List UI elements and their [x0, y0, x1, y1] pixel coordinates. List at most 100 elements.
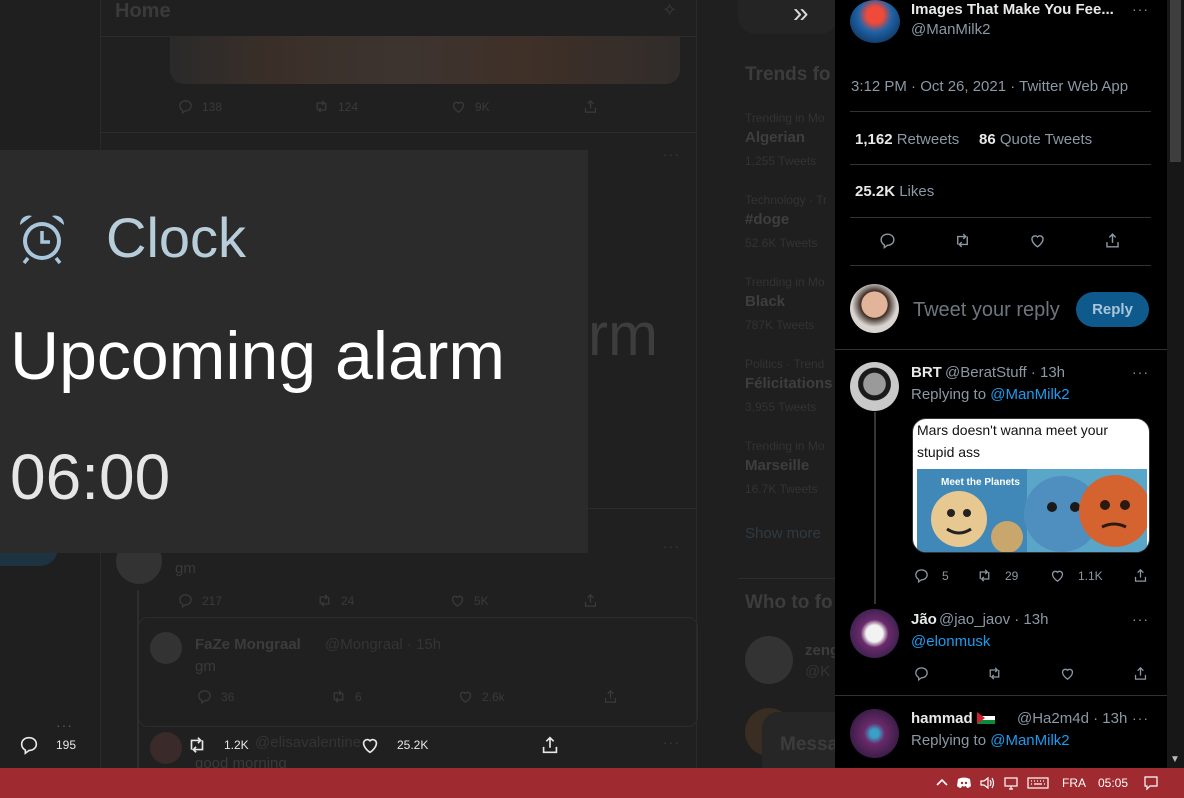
share-icon [542, 736, 558, 754]
reply-text[interactable]: @elonmusk [911, 633, 990, 650]
reply-author-name[interactable]: BRT [911, 364, 942, 381]
volume-icon[interactable] [979, 768, 995, 798]
reply-icon [880, 233, 895, 250]
notification-center-icon[interactable] [1143, 768, 1159, 798]
trend-name[interactable]: Marseille [745, 457, 809, 474]
reply-avatar[interactable] [850, 709, 899, 758]
keyboard-icon[interactable] [1027, 768, 1049, 798]
retweet-icon [319, 594, 330, 607]
tweet-like-button[interactable] [1028, 231, 1047, 250]
reply-submit-button[interactable]: Reply [1076, 292, 1149, 327]
trend-name[interactable]: Algerian [745, 129, 805, 146]
reply-author-handle[interactable]: @jao_jaov · 13h [939, 611, 1048, 628]
tweet-reply-button[interactable] [878, 231, 897, 250]
scrollbar-thumb[interactable] [1170, 0, 1181, 162]
author-handle[interactable]: @ManMilk2 [911, 21, 990, 38]
reply-like-action[interactable]: 1.1K [1049, 567, 1103, 584]
retweet-action[interactable]: 1.2K [186, 734, 249, 756]
reply-count: 5 [942, 568, 949, 583]
retweet-count: 29 [1005, 568, 1019, 583]
quoted-tweet[interactable] [138, 617, 698, 727]
reply-retweet-action[interactable] [986, 665, 1003, 682]
scroll-down-icon[interactable]: ▼ [1170, 754, 1180, 765]
background-reply-action[interactable]: 217 [177, 592, 222, 609]
reply-media[interactable]: Mars doesn't wanna meet your stupid ass … [912, 418, 1150, 553]
background-like-action[interactable]: 9K [450, 98, 490, 115]
discord-icon[interactable] [956, 768, 972, 798]
trend-name[interactable]: Félicitations [745, 375, 833, 392]
network-icon[interactable] [1003, 768, 1019, 798]
scrollbar[interactable]: ▼ [1167, 0, 1184, 768]
more-icon[interactable]: ··· [1132, 710, 1149, 726]
reply-avatar[interactable] [850, 362, 899, 411]
reply-author-handle[interactable]: @BeratStuff · 13h [945, 364, 1065, 381]
more-icon[interactable]: ··· [663, 146, 680, 162]
replying-to-link[interactable]: @ManMilk2 [990, 386, 1069, 403]
tweet-share-button[interactable] [1103, 231, 1122, 250]
show-more-link[interactable]: Show more [745, 525, 821, 542]
more-icon[interactable]: ··· [663, 538, 680, 554]
background-like-action[interactable]: 2.6k [457, 688, 505, 705]
divider [850, 217, 1151, 218]
tweet-detail-panel: Images That Make You Fee... @ManMilk2 ··… [835, 0, 1167, 768]
quote-tweets-stat[interactable]: 86 Quote Tweets [979, 131, 1092, 148]
background-retweet-action[interactable]: 6 [330, 688, 362, 705]
reply-share-action[interactable] [1132, 665, 1149, 682]
more-icon[interactable]: ··· [56, 717, 73, 733]
search-bar[interactable] [738, 0, 838, 34]
trend-name[interactable]: #doge [745, 211, 789, 228]
author-avatar[interactable] [850, 0, 900, 43]
background-share-action[interactable] [602, 688, 619, 705]
reply-author-name[interactable]: hammad [911, 710, 995, 727]
reply-reply-action[interactable] [913, 665, 930, 682]
input-language[interactable]: FRA [1062, 768, 1086, 798]
like-count: 2.6k [482, 689, 505, 704]
background-share-action[interactable] [582, 592, 599, 609]
background-share-action[interactable] [582, 98, 599, 115]
trend-name[interactable]: Black [745, 293, 785, 310]
trend-count: 3,955 Tweets [745, 400, 817, 414]
reply-count: 138 [202, 99, 223, 114]
like-action[interactable]: 25.2K [359, 734, 428, 756]
background-retweet-action[interactable]: 124 [313, 98, 358, 115]
more-icon[interactable]: ··· [1132, 364, 1149, 380]
author-name[interactable]: Images That Make You Fee... [911, 1, 1114, 18]
reply-author-name[interactable]: Jão [911, 611, 937, 628]
share-action[interactable] [539, 734, 561, 756]
more-icon[interactable]: ··· [1132, 611, 1149, 627]
show-hidden-icons-icon[interactable] [934, 768, 950, 798]
likes-stat[interactable]: 25.2K Likes [855, 183, 934, 200]
retweets-label: Retweets [896, 131, 960, 148]
tweet-retweet-button[interactable] [953, 231, 972, 250]
avatar[interactable] [150, 632, 182, 664]
background-reply-action[interactable]: 138 [177, 98, 222, 115]
reply-avatar[interactable] [850, 609, 899, 658]
tweet-author-name[interactable]: FaZe Mongraal [195, 636, 301, 653]
more-icon[interactable]: ··· [663, 734, 680, 750]
current-user-avatar[interactable] [850, 284, 899, 333]
reply-author-handle[interactable]: @Ha2m4d · 13h [1017, 710, 1127, 727]
reply-retweet-action[interactable]: 29 [976, 567, 1018, 584]
retweets-stat[interactable]: 1,162 Retweets [855, 131, 959, 148]
avatar[interactable] [745, 636, 793, 684]
reply-action[interactable]: 195 [18, 734, 76, 756]
notification-app-name: Clock [106, 206, 247, 269]
background-retweet-action[interactable]: 24 [316, 592, 354, 609]
retweet-icon [333, 690, 344, 703]
reply-like-action[interactable] [1059, 665, 1076, 682]
more-icon[interactable]: ··· [1132, 1, 1149, 17]
reply-count: 36 [221, 689, 235, 704]
reply-reply-action[interactable]: 5 [913, 567, 949, 584]
expand-panel-icon[interactable]: » [793, 0, 809, 27]
background-like-action[interactable]: 5K [449, 592, 489, 609]
heart-icon [362, 738, 378, 754]
background-reply-action[interactable]: 36 [196, 688, 234, 705]
sparkle-icon[interactable]: ✧ [662, 0, 677, 21]
tweet-timestamp[interactable]: 3:12 PM · Oct 26, 2021 · Twitter Web App [851, 78, 1128, 95]
trend-count: 52.6K Tweets [745, 236, 818, 250]
reply-input[interactable]: Tweet your reply [913, 299, 1060, 322]
reply-share-action[interactable] [1132, 567, 1149, 584]
alarm-notification[interactable]: Clock Upcoming alarm 06:00 [0, 150, 588, 553]
clock-time[interactable]: 05:05 [1098, 768, 1128, 798]
replying-to-link[interactable]: @ManMilk2 [990, 732, 1069, 749]
